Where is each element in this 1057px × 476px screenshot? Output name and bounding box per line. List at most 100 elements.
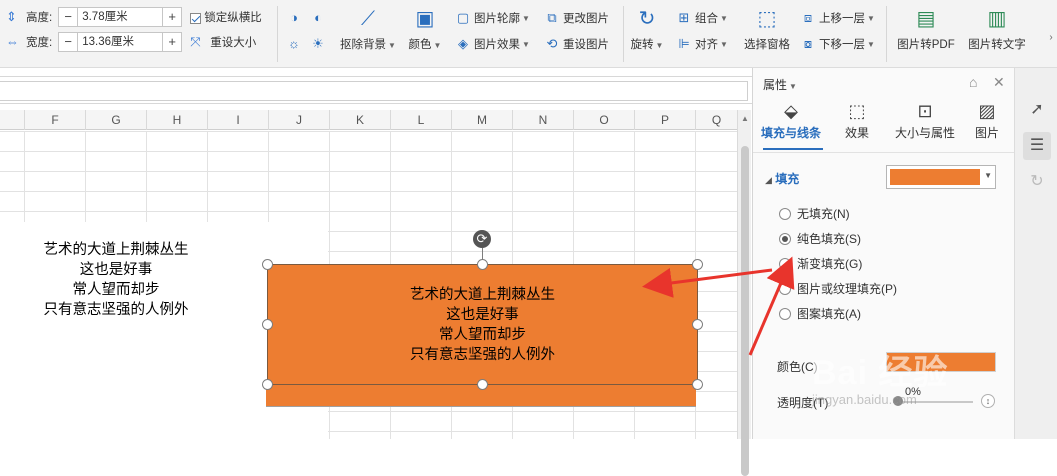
shape-text[interactable]: 艺术的大道上荆棘丛生 这也是好事 常人望而却步 只有意志坚强的人例外: [268, 285, 697, 365]
radio-picture-texture-fill[interactable]: 图片或纹理填充(P): [779, 280, 897, 297]
picture-to-text-button[interactable]: ▥ 图片转文字: [962, 0, 1032, 52]
send-backward-button[interactable]: ⧇ 下移一层 ▼: [800, 34, 875, 54]
reset-picture-button[interactable]: ⟲ 重设图片: [544, 34, 609, 54]
pic-to-text-label: 图片转文字: [968, 39, 1026, 51]
resize-handle-right[interactable]: [692, 319, 703, 330]
chevron-down-icon: ▼: [522, 13, 530, 23]
resize-handle-top-right[interactable]: [692, 259, 703, 270]
column-header-f[interactable]: F: [25, 110, 86, 130]
checkbox-icon: [190, 12, 202, 24]
resize-handle-bottom-left[interactable]: [262, 379, 273, 390]
orange-textbox-shape[interactable]: 艺术的大道上荆棘丛生 这也是好事 常人望而却步 只有意志坚强的人例外: [267, 264, 698, 385]
width-increase-button[interactable]: +: [163, 33, 181, 51]
panel-title-label: 属性: [763, 78, 788, 92]
rotate-handle-icon[interactable]: ⟳: [473, 230, 491, 248]
settings-sliders-icon[interactable]: ☰: [1023, 132, 1051, 160]
column-header-o[interactable]: O: [574, 110, 635, 130]
column-header: F G H I J K L M N O P Q: [0, 110, 737, 130]
panel-title[interactable]: 属性 ▼: [763, 76, 797, 93]
close-icon[interactable]: ✕: [993, 74, 1005, 91]
contrast-down-button[interactable]: ◐: [310, 8, 329, 28]
picture-to-pdf-button[interactable]: ▤ 图片转PDF: [893, 0, 959, 52]
rotate-button[interactable]: ↻ 旋转 ▼: [620, 0, 674, 52]
change-picture-button[interactable]: ⧉ 更改图片: [544, 8, 609, 28]
column-header-p[interactable]: P: [635, 110, 696, 130]
cell-text[interactable]: 艺术的大道上荆棘丛生 这也是好事 常人望而却步 只有意志坚强的人例外: [0, 240, 232, 320]
width-decrease-button[interactable]: −: [59, 33, 77, 51]
bring-forward-icon: ⧈: [803, 10, 813, 25]
formula-bar: [0, 76, 752, 104]
radio-label: 渐变填充(G): [797, 257, 863, 271]
magic-wand-icon: ⟋: [361, 8, 375, 30]
fill-color-dropdown[interactable]: ▼: [886, 165, 996, 189]
width-input[interactable]: 13.36厘米: [77, 33, 164, 51]
height-input[interactable]: 3.78厘米: [77, 8, 164, 26]
align-button[interactable]: ⊫ 对齐 ▼: [676, 34, 728, 54]
resize-handle-top[interactable]: [477, 259, 488, 270]
outline-label: 图片轮廓: [474, 13, 520, 25]
resize-handle-bottom[interactable]: [477, 379, 488, 390]
column-header-i[interactable]: I: [208, 110, 269, 130]
contrast-up-button[interactable]: ◑: [286, 8, 305, 28]
selection-pane-button[interactable]: ⬚ 选择窗格: [737, 0, 797, 52]
height-label: 高度:: [26, 12, 53, 24]
tab-effects[interactable]: ⬚ 效果: [825, 98, 889, 141]
brightness-up-button[interactable]: ☼: [286, 34, 305, 54]
fill-section-toggle[interactable]: ◢ 填充: [765, 170, 799, 187]
column-header-k[interactable]: K: [330, 110, 391, 130]
rotate-icon[interactable]: ↻: [1023, 168, 1051, 196]
column-header-j[interactable]: J: [269, 110, 330, 130]
picture-outline-icon: ▢: [456, 10, 470, 25]
tab-fill-and-line[interactable]: ⬙ 填充与线条: [759, 98, 823, 141]
effects-icon: ⬚: [848, 101, 866, 121]
radio-label: 纯色填充(S): [797, 232, 861, 246]
cursor-icon[interactable]: ➚: [1023, 96, 1051, 124]
column-header-n[interactable]: N: [513, 110, 574, 130]
radio-pattern-fill[interactable]: 图案填充(A): [779, 305, 861, 322]
column-header-m[interactable]: M: [452, 110, 513, 130]
ribbon-separator: [886, 6, 887, 62]
vertical-scrollbar[interactable]: ▲: [737, 110, 751, 476]
selection-pane-icon: ⬚: [757, 8, 777, 30]
tab-picture[interactable]: ▨ 图片: [957, 98, 1017, 141]
height-decrease-button[interactable]: −: [59, 8, 77, 26]
effect-label: 图片效果: [474, 39, 520, 51]
resize-handle-top-left[interactable]: [262, 259, 273, 270]
brightness-down-button[interactable]: ☀: [310, 34, 329, 54]
resize-handle-left[interactable]: [262, 319, 273, 330]
color-button[interactable]: ▣ 颜色 ▼: [397, 0, 453, 52]
column-header-g[interactable]: G: [86, 110, 147, 130]
pin-icon[interactable]: ⌂: [969, 74, 977, 90]
scroll-up-icon[interactable]: ▲: [741, 114, 749, 123]
group-button[interactable]: ⊞ 组合 ▼: [676, 8, 728, 28]
picture-effect-button[interactable]: ◈ 图片效果 ▼: [455, 34, 530, 54]
opacity-stepper[interactable]: ↕: [981, 394, 995, 408]
formula-input[interactable]: [0, 81, 748, 101]
scrollbar-thumb[interactable]: [741, 146, 749, 476]
radio-no-fill[interactable]: 无填充(N): [779, 205, 850, 222]
picture-outline-button[interactable]: ▢ 图片轮廓 ▼: [455, 8, 530, 28]
align-icon: ⊫: [678, 36, 690, 51]
reset-size-button[interactable]: ⤧ 重设大小: [190, 34, 256, 50]
remove-background-button[interactable]: ⟋ 抠除背景 ▼: [338, 0, 398, 52]
height-increase-button[interactable]: +: [163, 8, 181, 26]
column-header-q[interactable]: Q: [696, 110, 737, 130]
width-stepper[interactable]: − 13.36厘米 +: [58, 32, 183, 52]
radio-solid-fill[interactable]: 纯色填充(S): [779, 230, 861, 247]
tab-size-and-properties[interactable]: ⊡ 大小与属性: [889, 98, 961, 141]
radio-gradient-fill[interactable]: 渐变填充(G): [779, 255, 862, 272]
chevron-down-icon: ▼: [789, 82, 797, 91]
column-header-l[interactable]: L: [391, 110, 452, 130]
cell-text-line: 常人望而却步: [72, 282, 160, 298]
height-stepper[interactable]: − 3.78厘米 +: [58, 7, 183, 27]
lock-ratio-checkbox[interactable]: 锁定纵横比: [190, 9, 262, 25]
radio-circle: [779, 207, 791, 220]
text-recognition-icon: ▥: [987, 8, 1007, 30]
align-label: 对齐: [695, 39, 718, 51]
column-header-h[interactable]: H: [147, 110, 208, 130]
ribbon-scroll-right[interactable]: ›: [1043, 28, 1057, 48]
resize-handle-bottom-right[interactable]: [692, 379, 703, 390]
bring-forward-button[interactable]: ⧈ 上移一层 ▼: [800, 8, 875, 28]
height-icon: ⇕: [6, 9, 17, 24]
radio-circle: [779, 282, 791, 295]
